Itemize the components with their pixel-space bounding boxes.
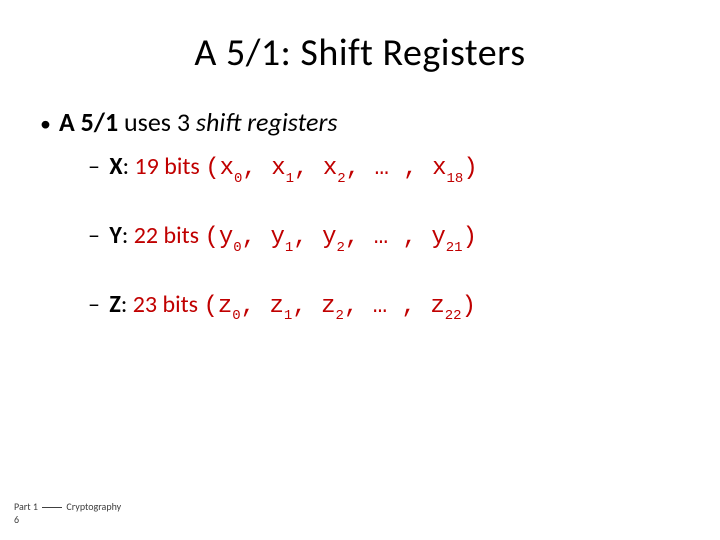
main-bold: A 5/1 xyxy=(59,106,118,138)
register-bits: 23 bits xyxy=(133,290,204,319)
register-row-z: – Z: 23 bits (z0, z1, z2, … , z22) xyxy=(88,290,680,323)
slide-title: A 5/1: Shift Registers xyxy=(40,30,680,76)
main-italic: shift registers xyxy=(196,106,338,138)
register-sequence: (x0, x1, x2, … , x18) xyxy=(205,155,478,182)
register-bits: 19 bits xyxy=(134,152,205,181)
register-name: Y xyxy=(109,221,121,250)
colon: : xyxy=(122,221,134,250)
footer-pagenum: 6 xyxy=(14,513,19,526)
register-row-y: – Y: 22 bits (y0, y1, y2, … , y21) xyxy=(88,221,680,254)
sub-bullet-dash: – xyxy=(88,221,105,250)
footer: Part 1 Cryptography 6 xyxy=(14,500,121,526)
footer-dash xyxy=(42,507,62,508)
register-bits: 22 bits xyxy=(134,221,205,250)
footer-topic: Cryptography xyxy=(64,500,121,513)
colon: : xyxy=(123,152,135,181)
register-sequence: (y0, y1, y2, … , y21) xyxy=(204,224,477,251)
sub-bullet-dash: – xyxy=(88,152,105,181)
register-sequence: (z0, z1, z2, … , z22) xyxy=(203,293,476,320)
footer-part: Part 1 xyxy=(14,500,40,513)
main-mid: uses 3 xyxy=(118,106,196,138)
register-row-x: – X: 19 bits (x0, x1, x2, … , x18) xyxy=(88,152,680,185)
register-name: X xyxy=(109,152,122,181)
bullet-dot: • xyxy=(40,110,51,137)
bullet-main: • A 5/1 uses 3 shift registers xyxy=(40,106,680,138)
register-name: Z xyxy=(109,290,120,319)
colon: : xyxy=(121,290,133,319)
sub-bullet-dash: – xyxy=(88,290,105,319)
